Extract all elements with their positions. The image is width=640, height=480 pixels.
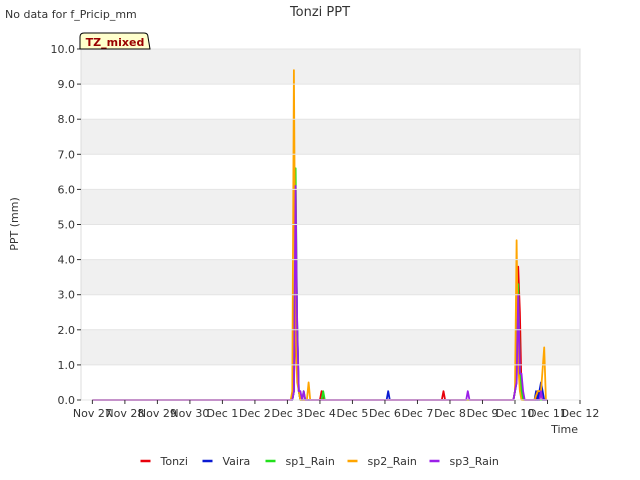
grid-band [81, 259, 580, 295]
x-tick-label: Dec 6 [369, 407, 401, 420]
y-axis-label: PPT (mm) [8, 197, 21, 251]
y-tick-label: 6.0 [58, 183, 76, 196]
grid-band [81, 49, 580, 85]
y-tick-label: 3.0 [58, 289, 76, 302]
x-tick-label: Dec 8 [434, 407, 466, 420]
x-tick-label: Dec 3 [272, 407, 304, 420]
y-tick-label: 2.0 [58, 324, 76, 337]
grid-band [81, 189, 580, 225]
y-tick-label: 4.0 [58, 254, 76, 267]
legend: Tonzi Vaira sp1_Rain sp2_Rain sp3_Rain [140, 455, 499, 468]
chart-canvas: No data for f_Pricip_mm Tonzi PPT 0.0 1.0… [5, 5, 599, 468]
chart-title: Tonzi PPT [289, 5, 350, 20]
y-tick-label: 5.0 [58, 219, 76, 232]
x-tick-label: Dec 5 [337, 407, 369, 420]
badge-text: TZ_mixed [86, 36, 145, 49]
y-tick-label: 9.0 [58, 78, 76, 91]
y-tick-label: 10.0 [51, 43, 76, 56]
y-tick-label: 7.0 [58, 148, 76, 161]
legend-label: Tonzi [160, 455, 188, 468]
grid-band [81, 329, 580, 365]
y-tick-label: 0.0 [58, 394, 76, 407]
nodata-message: No data for f_Pricip_mm [5, 8, 137, 21]
legend-label: sp1_Rain [286, 455, 335, 468]
y-tick-label: 1.0 [58, 359, 76, 372]
y-tick-label: 8.0 [58, 113, 76, 126]
x-tick-label: Dec 4 [304, 407, 336, 420]
x-tick-label: Dec 9 [467, 407, 499, 420]
x-axis-label: Time [550, 423, 578, 436]
legend-label: sp2_Rain [368, 455, 417, 468]
x-tick-label: Dec 12 [561, 407, 600, 420]
x-tick-label: Dec 1 [207, 407, 239, 420]
x-tick-label: Dec 7 [402, 407, 434, 420]
legend-label: sp3_Rain [450, 455, 499, 468]
grid-bands [81, 49, 580, 365]
grid-band [81, 119, 580, 155]
x-tick-label: Nov 30 [170, 407, 209, 420]
series-line-vaira [92, 223, 548, 401]
x-axis: Nov 27Nov 28Nov 29Nov 30Dec 1 Dec 2 Dec 3D… [73, 400, 599, 420]
legend-label: Vaira [223, 455, 251, 468]
badge: TZ_mixed [79, 32, 151, 50]
x-tick-label: Dec 2 [239, 407, 271, 420]
